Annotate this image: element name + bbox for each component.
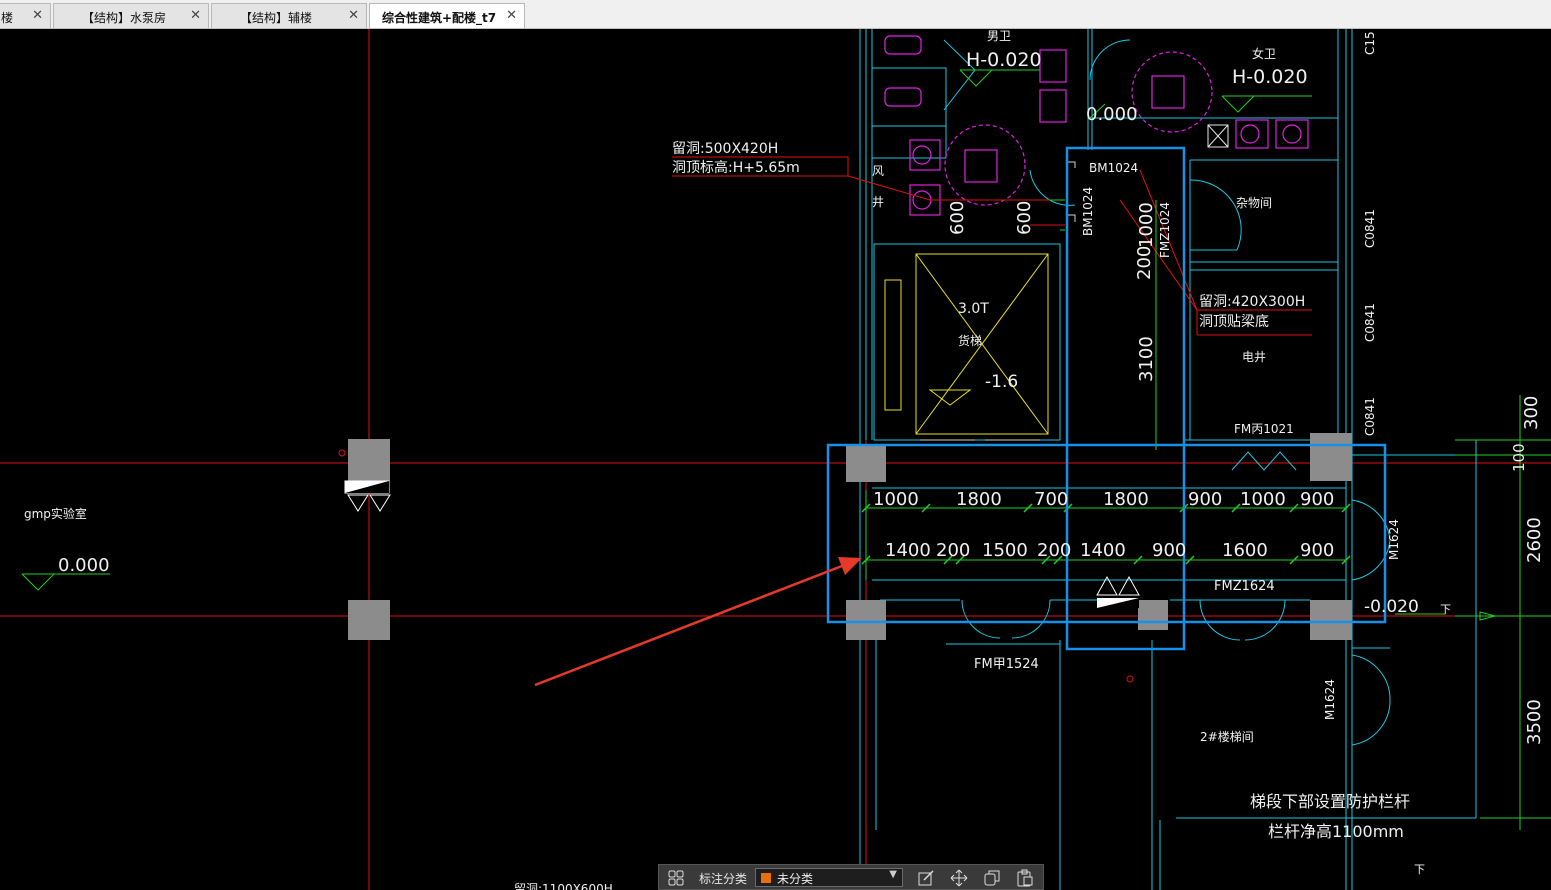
elev-h2: H-0.020 (1232, 66, 1308, 88)
dim-r1-5: 1000 (1240, 489, 1286, 510)
dim-r1-4: 900 (1188, 489, 1222, 510)
category-color-swatch (761, 873, 771, 883)
dim-r2-3: 200 (1037, 540, 1071, 561)
category-select-value: 未分类 (777, 872, 814, 886)
annotation-toolbar: 标注分类 未分类 ▼ (658, 864, 1044, 890)
bottom-cut-text: 留洞:1100X600H (514, 882, 613, 890)
copy-icon[interactable] (983, 869, 1001, 887)
tab-pump-room-close-icon[interactable]: ✕ (190, 8, 201, 23)
door-fmj1524: FM甲1524 (974, 657, 1039, 672)
door-bm1024-b: BM1024 (1081, 187, 1095, 236)
tab-1-close-icon[interactable]: ✕ (32, 8, 43, 23)
edit-icon[interactable] (917, 869, 935, 887)
paste-icon[interactable] (1016, 869, 1034, 887)
tab-annex-label: 【结构】辅楼 (240, 11, 313, 25)
win-c15: C15 (1363, 31, 1377, 55)
elev-h1: H-0.020 (966, 49, 1042, 71)
room-female-wc: 女卫 (1252, 46, 1276, 61)
dim-r1-1: 1800 (956, 489, 1002, 510)
dim-r1-0: 1000 (873, 489, 919, 510)
door-fmz1024: FMZ1024 (1158, 202, 1172, 258)
win-c0841-a: C0841 (1363, 209, 1377, 248)
chevron-down-icon: ▼ (889, 869, 897, 880)
document-tab-bar: 楼 ✕ 【结构】水泵房 ✕ 【结构】辅楼 ✕ 综合性建筑+配楼_t7 ✕ (0, 0, 1551, 29)
room-elec: 电井 (1242, 350, 1266, 364)
tab-annex-close-icon[interactable]: ✕ (348, 8, 359, 23)
down-label-1: 下 (1440, 603, 1451, 616)
room-storage: 杂物间 (1236, 196, 1272, 210)
door-fmb1021: FM丙1021 (1234, 422, 1294, 436)
down-label-2: 下 (1414, 863, 1425, 876)
dim-600-a: 600 (947, 201, 968, 235)
annotation-category-select[interactable]: 未分类 ▼ (755, 868, 903, 887)
room-shaft: 井 (872, 195, 884, 209)
hole1-line1: 留洞:500X420H (672, 141, 778, 157)
dim-right-300: 300 (1521, 396, 1542, 430)
dim-right-3500: 3500 (1524, 699, 1545, 745)
note-line2: 栏杆净高1100mm (1268, 822, 1404, 841)
dim-r1-3: 1800 (1103, 489, 1149, 510)
elev-lab: 0.000 (58, 555, 110, 576)
stair-label: 2#楼梯间 (1200, 729, 1254, 744)
room-male-wc: 男卫 (987, 29, 1011, 43)
tab-main-building[interactable]: 综合性建筑+配楼_t7 ✕ (369, 3, 525, 28)
door-bm1024-a: BM1024 (1089, 161, 1138, 175)
tab-annex[interactable]: 【结构】辅楼 ✕ (211, 3, 367, 28)
note-line1: 梯段下部设置防护栏杆 (1250, 792, 1410, 811)
dim-r1-6: 900 (1300, 489, 1334, 510)
dim-3100: 3100 (1136, 336, 1157, 382)
hole2-line2: 洞顶贴梁底 (1199, 314, 1269, 330)
dim-r2-0: 1400 (885, 540, 931, 561)
dim-r2-2: 1500 (982, 540, 1028, 561)
lab-label: gmp实验室 (24, 506, 87, 521)
elevator-load: 3.0T (958, 301, 989, 317)
elevator-pit: -1.6 (985, 372, 1018, 392)
dim-r2-4: 1400 (1080, 540, 1126, 561)
dim-r1-2: 700 (1034, 489, 1068, 510)
door-fmz1624: FMZ1624 (1214, 579, 1275, 594)
dim-1000: 1000 (1136, 202, 1157, 248)
hole2-line1: 留洞:420X300H (1199, 294, 1305, 310)
win-c0841-c: C0841 (1363, 397, 1377, 436)
elev-small: 0.000 (1086, 104, 1138, 125)
dim-r2-7: 900 (1300, 540, 1334, 561)
tab-1-label: 楼 (1, 11, 14, 25)
annotation-category-label: 标注分类 (699, 872, 748, 886)
move-icon[interactable] (950, 869, 968, 887)
elevator-label: 货梯 (958, 333, 982, 348)
tab-main-building-close-icon[interactable]: ✕ (506, 8, 517, 23)
dim-r2-6: 1600 (1222, 540, 1268, 561)
dim-r2-1: 200 (936, 540, 970, 561)
tab-1[interactable]: 楼 ✕ (0, 3, 51, 28)
hole1-line2: 洞顶标高:H+5.65m (672, 159, 800, 176)
tab-main-building-label: 综合性建筑+配楼_t7 (382, 11, 497, 25)
grid-icon[interactable] (667, 869, 685, 887)
cad-drawing-canvas[interactable]: 男卫 女卫 H-0.020 H-0.020 0.000 留洞:500X420H … (0, 29, 1551, 890)
door-m1624-b: M1624 (1323, 679, 1337, 720)
win-c0841-b: C0841 (1363, 303, 1377, 342)
elev-corridor: -0.020 (1364, 597, 1419, 617)
room-fan: 风 (872, 164, 884, 178)
tab-pump-room[interactable]: 【结构】水泵房 ✕ (53, 3, 209, 28)
dim-right-2600: 2600 (1524, 517, 1545, 563)
dim-right-100: 100 (1510, 443, 1528, 472)
door-m1624-a: M1624 (1387, 519, 1401, 560)
dim-600-b: 600 (1014, 201, 1035, 235)
tab-pump-room-label: 【结构】水泵房 (82, 11, 167, 25)
dim-r2-5: 900 (1152, 540, 1186, 561)
dim-200: 200 (1134, 246, 1155, 280)
